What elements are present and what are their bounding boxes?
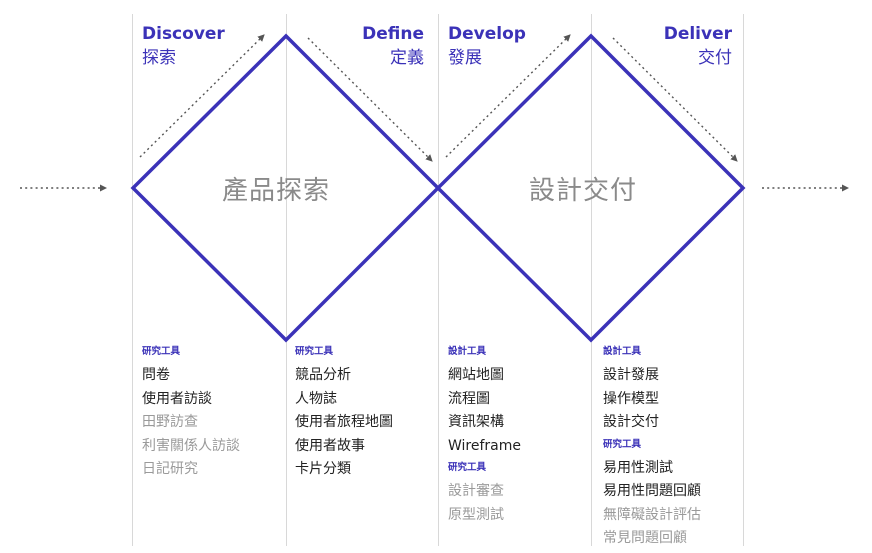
tools-column-deliver: 設計工具設計發展操作模型設計交付研究工具易用性測試易用性問題回顧 無障礙設計評估常… <box>603 346 701 551</box>
tool-item: Wireframe <box>448 437 522 454</box>
diamond-label-product-discovery: 產品探索 <box>222 176 331 206</box>
tool-group-heading: 研究工具 <box>603 438 642 450</box>
tool-group-heading: 設計工具 <box>448 346 487 357</box>
phase-develop-zh: 發展 <box>448 48 482 68</box>
phase-develop-en: Develop <box>448 24 526 44</box>
tool-item: 易用性測試 <box>603 459 673 476</box>
phase-develop: Develop 發展 <box>448 22 526 70</box>
tool-item: 設計交付 <box>603 414 659 430</box>
tool-item: 使用者故事 <box>295 437 365 454</box>
tool-item: 操作模型 <box>603 390 659 407</box>
tool-item: 利害關係人訪談 <box>142 437 240 454</box>
tool-item: 卡片分類 <box>295 461 351 477</box>
phase-deliver-en: Deliver <box>663 24 732 44</box>
phase-define-en: Define <box>362 24 424 44</box>
tool-item: 田野訪查 <box>142 414 198 430</box>
phase-define-zh: 定義 <box>390 48 424 68</box>
tool-item: 使用者旅程地圖 <box>295 414 393 430</box>
phase-define: Define 定義 <box>362 22 424 70</box>
tools-column-define: 研究工具競品分析人物誌使用者旅程地圖 使用者故事卡片分類 <box>295 346 393 482</box>
tool-group-heading: 研究工具 <box>295 346 334 357</box>
tool-item: 設計審查 <box>448 483 504 499</box>
tool-item: 日記研究 <box>142 461 198 477</box>
tool-item: 無障礙設計評估 <box>603 506 701 523</box>
tool-group-heading: 設計工具 <box>603 346 642 357</box>
tool-item: 易用性問題回顧 <box>603 483 701 499</box>
tool-item: 設計發展 <box>603 367 659 383</box>
tools-column-discover: 研究工具問卷使用者訪談田野訪查利害關係人訪談 日記研究 <box>142 346 240 482</box>
phase-discover: Discover 探索 <box>142 22 225 70</box>
tool-item: 人物誌 <box>295 390 337 407</box>
tool-item: 使用者訪談 <box>142 390 212 407</box>
phase-discover-en: Discover <box>142 24 225 44</box>
tool-item: 原型測試 <box>448 506 504 523</box>
phase-deliver: Deliver 交付 <box>664 22 732 70</box>
tool-group-heading: 研究工具 <box>142 346 181 357</box>
tool-item: 常見問題回顧 <box>603 530 687 546</box>
tool-item: 競品分析 <box>295 367 351 383</box>
tools-column-develop: 設計工具網站地圖流程圖資訊架構 Wireframe 研究工具設計審查原型測試 <box>448 346 521 527</box>
diamond-label-design-delivery: 設計交付 <box>529 176 638 206</box>
tool-item: 流程圖 <box>448 390 490 407</box>
double-diamond-diagram <box>20 33 849 343</box>
phase-deliver-zh: 交付 <box>698 48 732 68</box>
tool-group-heading: 研究工具 <box>448 462 487 473</box>
phase-discover-zh: 探索 <box>142 48 176 68</box>
tool-item: 網站地圖 <box>448 367 504 383</box>
tool-item: 問卷 <box>142 367 170 383</box>
tool-item: 資訊架構 <box>448 414 504 430</box>
